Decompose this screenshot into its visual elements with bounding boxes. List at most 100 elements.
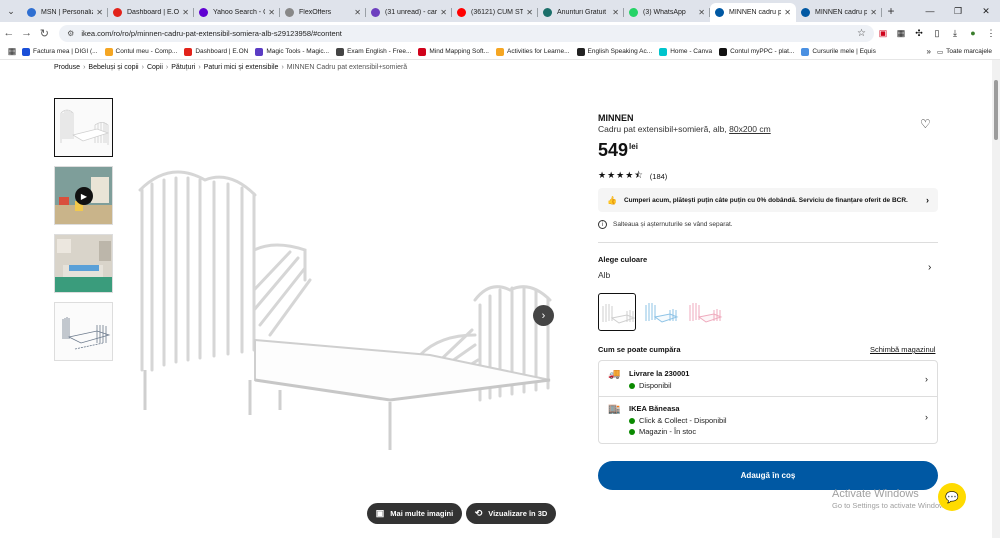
tab-close-icon[interactable]: ✕ (612, 8, 619, 17)
bookmark-label: Mind Mapping Soft... (429, 48, 489, 55)
tab-title: Anunturi Gratuit (557, 9, 607, 16)
product-rating[interactable]: ★★★★⯪ (184) (598, 168, 667, 184)
tab-close-icon[interactable]: ✕ (870, 8, 877, 17)
bookmark-label: Dashboard | E.ON (195, 48, 249, 55)
breadcrumb-item[interactable]: Paturi mici și extensibile (204, 64, 279, 71)
thumbnail-4[interactable] (54, 302, 113, 361)
bookmark-label: Factura mea | DIGI (... (33, 48, 98, 55)
browser-tab[interactable]: (3) WhatsApp ✕ (624, 3, 710, 22)
tab-favicon-icon (457, 8, 466, 17)
breadcrumb-item[interactable]: Produse (54, 64, 80, 71)
more-images-button[interactable]: ▣ Mai multe imagini (367, 503, 462, 524)
back-icon[interactable]: ← (0, 27, 18, 39)
apps-icon[interactable]: ▦ (2, 46, 22, 57)
breadcrumb-item[interactable]: Pătuțuri (171, 64, 195, 71)
play-icon[interactable]: ▶ (75, 187, 93, 205)
browser-tab[interactable]: FlexOffers ✕ (280, 3, 366, 22)
bookmark-item[interactable]: Mind Mapping Soft... (418, 47, 489, 56)
tab-title: (36121) CUM STI (471, 9, 524, 16)
bookmark-item[interactable]: Cursurile mele | Equis (801, 47, 876, 56)
browser-tab[interactable]: MINNEN cadru p ✕ (710, 3, 796, 22)
rating-stars-icon: ★★★★⯪ (598, 170, 644, 180)
tab-close-icon[interactable]: ✕ (698, 8, 705, 17)
product-main-image (130, 140, 560, 460)
change-store-link[interactable]: Schimbă magazinul (870, 345, 935, 354)
bookmark-label: Activities for Learne... (507, 48, 570, 55)
color-swatch-pink[interactable] (686, 293, 724, 331)
restore-icon[interactable]: ❐ (944, 6, 972, 17)
browser-tab[interactable]: Dashboard | E.ON ✕ (108, 3, 194, 22)
bookmark-item[interactable]: English Speaking Ac... (576, 47, 652, 56)
bookmark-favicon-icon (104, 47, 113, 56)
bookmark-item[interactable]: Contul meu - Comp... (104, 47, 177, 56)
tab-close-icon[interactable]: ✕ (268, 8, 275, 17)
thumbnail-1[interactable] (54, 98, 113, 157)
reload-icon[interactable]: ↻ (35, 27, 53, 40)
tab-close-icon[interactable]: ✕ (784, 8, 791, 17)
site-info-icon[interactable]: ⚙ (67, 29, 74, 38)
tab-list-icon[interactable]: ⌄ (0, 0, 22, 22)
tab-close-icon[interactable]: ✕ (440, 8, 447, 17)
available-dot (629, 382, 635, 389)
financing-banner[interactable]: 👍 Cumperi acum, plătești puțin câte puți… (598, 188, 938, 212)
profile-avatar[interactable]: ● (964, 28, 982, 38)
breadcrumb-item[interactable]: Copii (147, 64, 163, 71)
bookmark-item[interactable]: Exam English - Free... (336, 47, 411, 56)
browser-tab[interactable]: MSN | Personaliz ✕ (22, 3, 108, 22)
color-chevron-icon[interactable]: › (928, 262, 931, 273)
dimensions-thumbnail-image (55, 303, 112, 360)
extensions-icon[interactable]: ✣ (910, 28, 928, 39)
tab-close-icon[interactable]: ✕ (526, 8, 533, 17)
page-scrollbar[interactable] (992, 60, 1000, 538)
bookmark-favicon-icon (496, 47, 504, 56)
close-window-icon[interactable]: ✕ (972, 6, 1000, 17)
thumbnail-video[interactable]: ▶ (54, 166, 113, 225)
tab-favicon-icon (199, 8, 208, 17)
minimize-icon[interactable]: — (916, 6, 944, 17)
browser-tab[interactable]: (31 unread) - car ✕ (366, 3, 452, 22)
store-option[interactable]: 🏬 IKEA Băneasa Click & Collect - Disponi… (608, 404, 930, 438)
tab-close-icon[interactable]: ✕ (182, 8, 189, 17)
forward-icon[interactable]: → (18, 27, 36, 39)
scrollbar-thumb[interactable] (994, 80, 998, 140)
color-swatch-white[interactable] (598, 293, 636, 331)
tab-close-icon[interactable]: ✕ (354, 8, 361, 17)
new-tab-button[interactable]: + (882, 4, 900, 18)
bookmark-item[interactable]: Dashboard | E.ON (184, 47, 249, 56)
blue-bed-swatch-image (645, 303, 679, 323)
delivery-option[interactable]: 🚚 Livrare la 230001 Disponibil › (608, 369, 930, 392)
window-controls: — ❐ ✕ (916, 6, 1000, 17)
menu-icon[interactable]: ⋮ (982, 28, 1000, 39)
bookmark-item[interactable]: Contul myPPC - plat... (719, 47, 794, 56)
color-swatch-blue[interactable] (642, 293, 680, 331)
view-3d-button[interactable]: ⟲ Vizualizare în 3D (466, 503, 556, 524)
breadcrumb-item[interactable]: Bebeluși și copii (88, 64, 138, 71)
more-bookmarks-icon[interactable]: » (927, 47, 931, 56)
more-images-label: Mai multe imagini (390, 509, 454, 518)
bookmark-item[interactable]: Factura mea | DIGI (... (22, 47, 98, 56)
pink-bed-swatch-image (689, 303, 723, 323)
url-input[interactable]: ⚙ ikea.com/ro/ro/p/minnen-cadru-pat-exte… (59, 24, 875, 42)
browser-tab[interactable]: (36121) CUM STI ✕ (452, 3, 538, 22)
browser-tab[interactable]: MINNEN cadru p ✕ (796, 3, 882, 22)
bookmark-star-icon[interactable]: ☆ (857, 28, 866, 39)
next-image-button[interactable]: › (533, 305, 554, 326)
tab-close-icon[interactable]: ✕ (96, 8, 103, 17)
price-currency: lei (629, 142, 638, 151)
dimension-link[interactable]: 80x200 cm (729, 124, 771, 134)
sidepanel-icon[interactable]: ▯ (928, 28, 946, 39)
thumbnail-3[interactable] (54, 234, 113, 293)
buy-options-label: Cum se poate cumpăra (598, 345, 681, 354)
add-to-cart-button[interactable]: Adaugă în coș (598, 461, 938, 490)
grid-extension-icon[interactable]: ▦ (892, 28, 910, 39)
download-icon[interactable]: ⤓ (946, 28, 964, 39)
pdf-extension-icon[interactable]: ▣ (874, 28, 892, 39)
favorite-heart-icon[interactable]: ♡ (920, 117, 931, 131)
chat-icon[interactable]: 💬 (938, 483, 966, 511)
browser-tab[interactable]: Anunturi Gratuit ✕ (538, 3, 624, 22)
bookmark-item[interactable]: Magic Tools - Magic... (255, 47, 329, 56)
bookmark-item[interactable]: Activities for Learne... (496, 47, 570, 56)
browser-tab[interactable]: Yahoo Search - C ✕ (194, 3, 280, 22)
bookmark-item[interactable]: Home - Canva (659, 47, 712, 56)
all-bookmarks[interactable]: ▭ Toate marcajele (937, 48, 992, 56)
